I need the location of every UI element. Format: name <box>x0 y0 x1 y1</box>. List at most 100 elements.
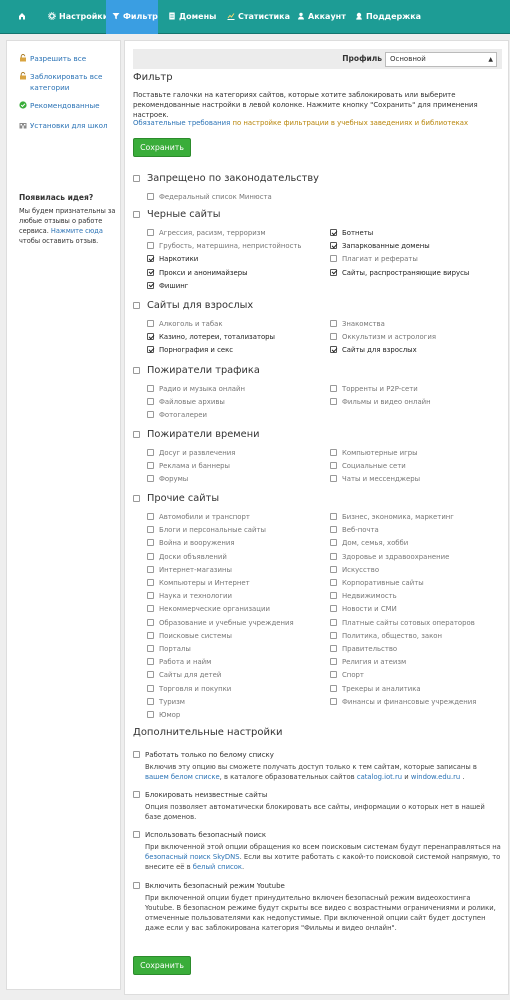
category-checkbox[interactable] <box>330 242 337 250</box>
category-checkbox[interactable] <box>330 552 337 560</box>
save-button-bottom[interactable]: Сохранить <box>133 956 191 975</box>
category-checkbox[interactable] <box>147 333 154 341</box>
sidebar-block-all[interactable]: Заблокировать все категории <box>19 71 102 93</box>
category-checkbox[interactable] <box>147 346 154 354</box>
nav-item-6[interactable]: Поддержка <box>349 0 421 34</box>
category-checkbox[interactable] <box>330 658 337 666</box>
category-checkbox[interactable] <box>147 320 154 327</box>
category-checkbox[interactable] <box>147 645 154 652</box>
category-checkbox[interactable] <box>147 513 154 520</box>
category-checkbox[interactable] <box>147 526 154 534</box>
category-checkbox[interactable] <box>330 255 337 263</box>
section-checkbox[interactable] <box>133 495 140 502</box>
description-link[interactable]: вашем белом списке <box>145 773 220 781</box>
category-label: Некоммерческие организации <box>159 605 270 614</box>
description-link[interactable]: белый список <box>193 863 242 871</box>
category-checkbox[interactable] <box>147 684 154 692</box>
category-checkbox[interactable] <box>330 618 337 626</box>
category-checkbox[interactable] <box>147 193 154 200</box>
category-checkbox[interactable] <box>147 711 154 718</box>
category-checkbox[interactable] <box>330 592 337 600</box>
nav-label: Фильтр <box>123 12 158 21</box>
category-checkbox[interactable] <box>147 605 154 613</box>
category-checkbox[interactable] <box>330 268 337 276</box>
category-label: Форумы <box>159 475 189 484</box>
category-checkbox[interactable] <box>147 398 154 406</box>
extra-option-checkbox[interactable] <box>133 791 140 798</box>
nav-item-3[interactable]: Домены <box>162 0 218 34</box>
category-checkbox[interactable] <box>330 697 337 705</box>
save-button-top[interactable]: Сохранить <box>133 138 191 157</box>
feedback-link[interactable]: Нажмите сюда <box>51 227 103 235</box>
category-checkbox[interactable] <box>330 475 337 483</box>
extra-option-checkbox[interactable] <box>133 751 140 758</box>
category-checkbox[interactable] <box>330 684 337 692</box>
category-checkbox[interactable] <box>330 398 337 406</box>
category-checkbox[interactable] <box>147 539 154 547</box>
category-checkbox[interactable] <box>147 242 154 250</box>
category-checkbox[interactable] <box>330 229 337 236</box>
category-label: Сайты, распространяющие вирусы <box>342 268 470 277</box>
nav-item-4[interactable]: Статистика <box>221 0 290 34</box>
category-checkbox[interactable] <box>330 513 337 520</box>
category-checkbox[interactable] <box>147 658 154 666</box>
profile-select[interactable]: Основной ▲ <box>385 52 497 67</box>
description-link[interactable]: catalog.iot.ru <box>357 773 402 781</box>
category-checkbox[interactable] <box>147 229 154 236</box>
category-label: Чаты и мессенджеры <box>342 475 421 484</box>
extra-option-checkbox[interactable] <box>133 831 140 838</box>
category-checkbox[interactable] <box>147 475 154 483</box>
category-checkbox[interactable] <box>147 671 154 679</box>
nav-home[interactable] <box>12 0 30 34</box>
category-checkbox[interactable] <box>147 385 154 392</box>
category-checkbox[interactable] <box>147 631 154 639</box>
section-checkbox[interactable] <box>133 431 140 438</box>
requirements-link[interactable]: Обязательные требования <box>133 119 230 127</box>
sidebar-school-settings[interactable]: Установки для школ <box>19 120 108 131</box>
category-checkbox[interactable] <box>330 645 337 652</box>
nav-item-1[interactable]: Настройки <box>42 0 108 34</box>
category-label: Реклама и баннеры <box>159 462 230 471</box>
category-checkbox[interactable] <box>147 449 154 456</box>
category-checkbox[interactable] <box>330 385 337 392</box>
category-checkbox[interactable] <box>147 462 154 470</box>
nav-item-5[interactable]: Аккаунт <box>291 0 347 34</box>
section-checkbox[interactable] <box>133 211 140 218</box>
section-checkbox[interactable] <box>133 367 140 374</box>
category-checkbox[interactable] <box>330 671 337 679</box>
category-checkbox[interactable] <box>147 268 154 276</box>
category-checkbox[interactable] <box>147 281 154 289</box>
category-checkbox[interactable] <box>330 346 337 354</box>
category-checkbox[interactable] <box>330 539 337 547</box>
category-checkbox[interactable] <box>330 579 337 586</box>
category-checkbox[interactable] <box>147 552 154 560</box>
category-checkbox[interactable] <box>330 320 337 327</box>
section-checkbox[interactable] <box>133 302 140 309</box>
category-checkbox[interactable] <box>330 565 337 573</box>
idea-title: Появилась идея? <box>19 193 94 202</box>
category-label: Наука и технологии <box>159 592 232 601</box>
category-checkbox[interactable] <box>147 592 154 600</box>
description-link[interactable]: window.edu.ru <box>411 773 460 781</box>
category-checkbox[interactable] <box>147 618 154 626</box>
category-label: Файловые архивы <box>159 398 225 407</box>
category-checkbox[interactable] <box>330 631 337 639</box>
sidebar-recommended[interactable]: Рекомендованные <box>19 100 100 111</box>
category-checkbox[interactable] <box>330 462 337 470</box>
category-label: Трекеры и аналитика <box>342 684 421 693</box>
category-label: Торренты и P2P-сети <box>342 385 418 393</box>
category-checkbox[interactable] <box>147 697 154 705</box>
category-checkbox[interactable] <box>330 605 337 613</box>
category-checkbox[interactable] <box>147 565 154 573</box>
sidebar-allow-all[interactable]: Разрешить все <box>19 53 86 64</box>
extra-option-checkbox[interactable] <box>133 882 140 889</box>
category-checkbox[interactable] <box>330 449 337 456</box>
category-checkbox[interactable] <box>330 526 337 534</box>
section-checkbox[interactable] <box>133 175 140 182</box>
category-checkbox[interactable] <box>147 411 154 419</box>
description-link[interactable]: безопасный поиск SkyDNS <box>145 853 240 861</box>
category-checkbox[interactable] <box>330 333 337 341</box>
category-checkbox[interactable] <box>147 255 154 263</box>
nav-item-2[interactable]: Фильтр <box>106 0 158 34</box>
category-checkbox[interactable] <box>147 579 154 586</box>
